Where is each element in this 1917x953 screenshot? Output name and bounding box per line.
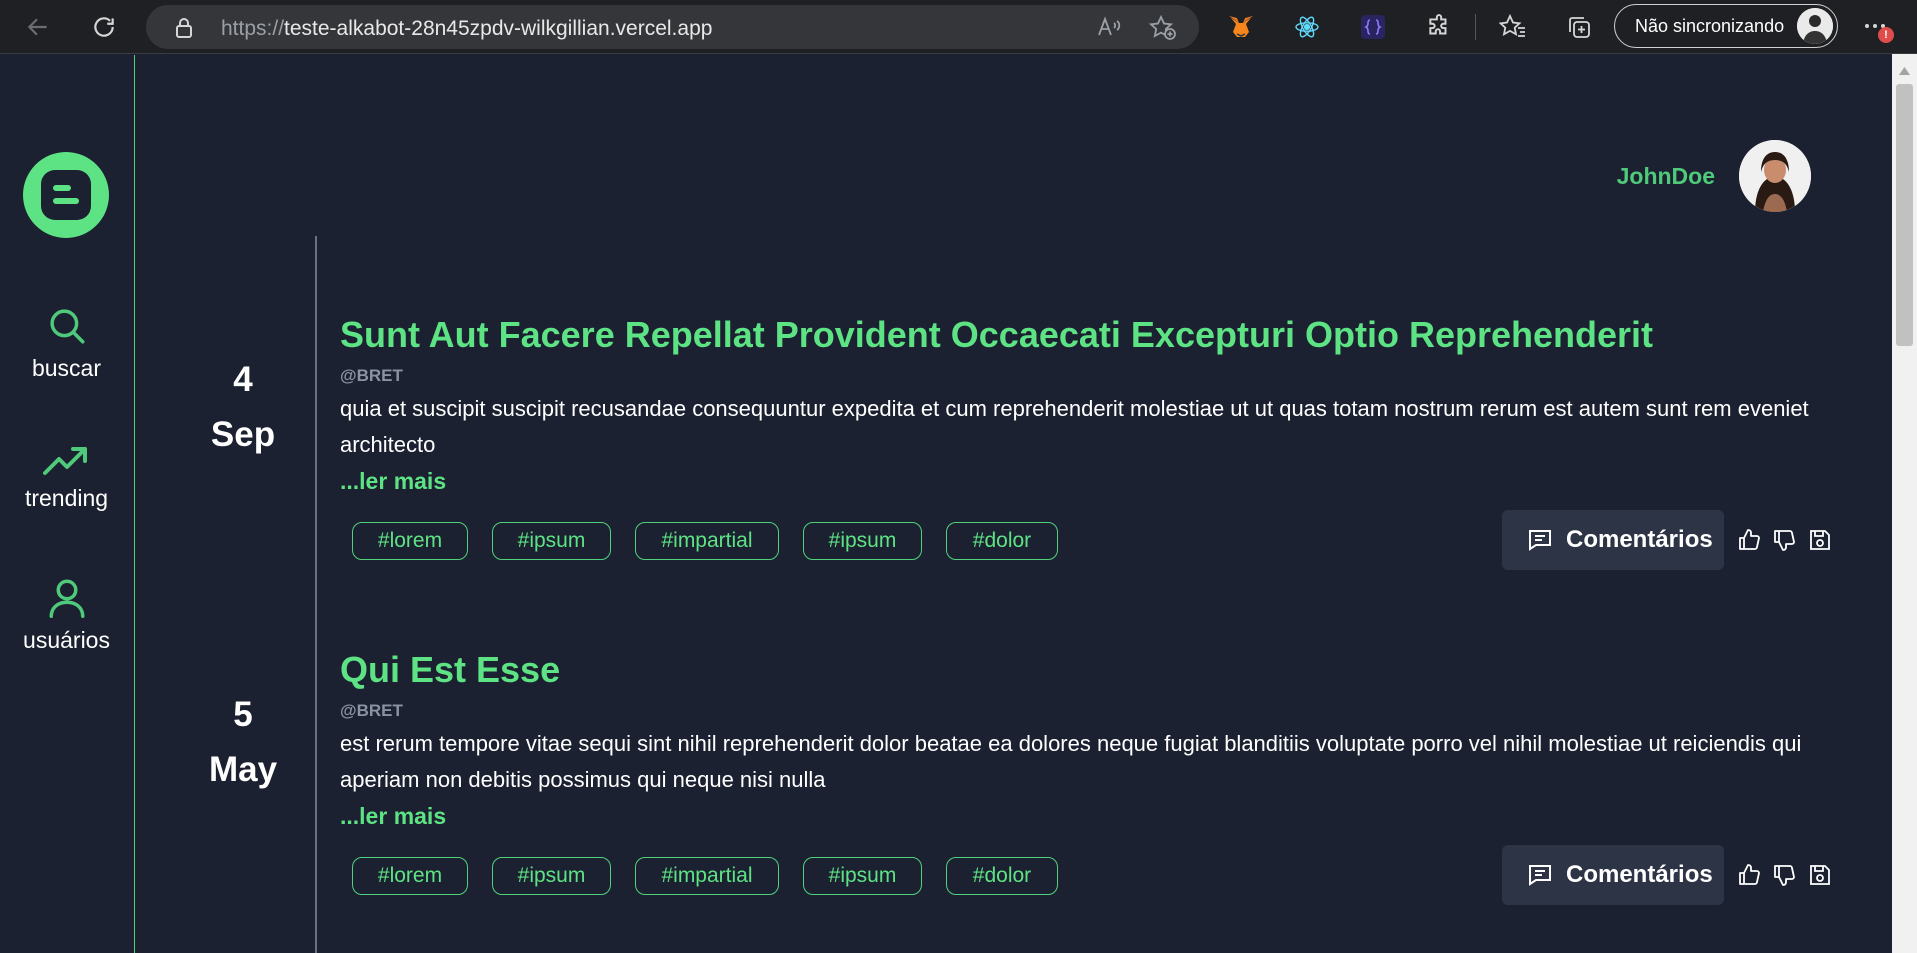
- favorites-button[interactable]: [1497, 11, 1529, 43]
- braces-icon: [1361, 15, 1385, 39]
- collections-button[interactable]: [1563, 11, 1595, 43]
- tag-list: #lorem #ipsum #impartial #ipsum #dolor: [352, 522, 1082, 560]
- search-icon: [49, 309, 84, 344]
- arrow-left-icon: [27, 18, 47, 36]
- post-month: Sep: [210, 415, 276, 454]
- comments-button[interactable]: Comentários: [1502, 510, 1724, 570]
- post-title[interactable]: Qui Est Esse: [340, 649, 560, 691]
- user-avatar[interactable]: [1739, 140, 1811, 212]
- tag-chip[interactable]: #ipsum: [803, 857, 922, 895]
- username[interactable]: JohnDoe: [1617, 163, 1715, 190]
- url-host: teste-alkabot-28n45zpdv-wilkgillian.verc…: [284, 17, 713, 40]
- react-icon: [1295, 16, 1319, 38]
- like-icon[interactable]: [1737, 863, 1761, 887]
- json-viewer-extension[interactable]: [1357, 11, 1389, 43]
- post-date: 4 Sep: [193, 352, 293, 462]
- save-icon[interactable]: [1808, 528, 1832, 552]
- sidebar-item-usuarios[interactable]: usuários: [0, 575, 133, 654]
- star-list-icon: [1499, 14, 1525, 37]
- puzzle-icon: [1429, 14, 1447, 35]
- post-title[interactable]: Sunt Aut Facere Repellat Provident Occae…: [340, 314, 1653, 356]
- tag-chip[interactable]: #lorem: [352, 522, 468, 560]
- back-button[interactable]: [22, 11, 54, 43]
- dislike-icon[interactable]: [1772, 863, 1796, 887]
- notification-badge: !: [1878, 27, 1894, 43]
- user-profile[interactable]: JohnDoe: [1617, 140, 1811, 212]
- collections-icon: [1569, 17, 1590, 38]
- post-body: quia et suscipit suscipit recusandae con…: [340, 396, 1809, 457]
- metamask-extension[interactable]: [1225, 11, 1257, 43]
- blogger-logo[interactable]: [23, 152, 109, 238]
- sidebar-item-buscar[interactable]: buscar: [0, 305, 133, 382]
- post-date: 5 May: [193, 687, 293, 797]
- post-author[interactable]: @BRET: [340, 366, 403, 386]
- save-icon[interactable]: [1808, 863, 1832, 887]
- comments-label: Comentários: [1566, 861, 1713, 888]
- add-favorite-icon[interactable]: [1148, 14, 1177, 46]
- browser-toolbar: https://teste-alkabot-28n45zpdv-wilkgill…: [0, 0, 1917, 54]
- tag-list: #lorem #ipsum #impartial #ipsum #dolor: [352, 857, 1082, 895]
- sidebar: buscar trending usuários: [0, 55, 135, 953]
- read-aloud-icon[interactable]: [1096, 15, 1122, 44]
- tag-chip[interactable]: #impartial: [635, 522, 779, 560]
- timeline-line: [315, 236, 317, 953]
- tag-chip[interactable]: #lorem: [352, 857, 468, 895]
- trending-up-icon: [42, 447, 87, 475]
- tag-chip[interactable]: #ipsum: [492, 522, 611, 560]
- lock-icon: [174, 17, 194, 44]
- read-more-link[interactable]: ...ler mais: [340, 803, 446, 830]
- blogger-icon: [41, 170, 91, 220]
- comments-label: Comentários: [1566, 526, 1713, 553]
- tag-chip[interactable]: #dolor: [946, 857, 1058, 895]
- post-day: 5: [233, 695, 253, 734]
- page-scrollbar[interactable]: [1892, 54, 1917, 953]
- post-author[interactable]: @BRET: [340, 701, 403, 721]
- tag-chip[interactable]: #impartial: [635, 857, 779, 895]
- fox-icon: [1229, 16, 1253, 37]
- post-body: est rerum tempore vitae sequi sint nihil…: [340, 731, 1802, 792]
- toolbar-divider: [1475, 14, 1476, 40]
- tag-chip[interactable]: #dolor: [946, 522, 1058, 560]
- profile-label: Não sincronizando: [1635, 15, 1785, 36]
- comment-icon: [1529, 530, 1551, 551]
- url-protocol: https://: [221, 17, 285, 40]
- sidebar-item-label: buscar: [31, 355, 102, 381]
- read-more-link[interactable]: ...ler mais: [340, 468, 446, 495]
- user-icon: [49, 579, 84, 618]
- profile-avatar: [1797, 8, 1833, 44]
- post-month: May: [208, 750, 278, 789]
- post-day: 4: [233, 360, 253, 399]
- reload-icon: [94, 17, 114, 37]
- sidebar-item-label: usuários: [23, 627, 110, 653]
- react-devtools-extension[interactable]: [1291, 11, 1323, 43]
- sidebar-item-trending[interactable]: trending: [0, 445, 133, 512]
- extensions-button[interactable]: [1423, 11, 1455, 43]
- like-icon[interactable]: [1737, 528, 1761, 552]
- dislike-icon[interactable]: [1772, 528, 1796, 552]
- tag-chip[interactable]: #ipsum: [803, 522, 922, 560]
- address-bar[interactable]: https://teste-alkabot-28n45zpdv-wilkgill…: [146, 5, 1199, 49]
- profile-button[interactable]: Não sincronizando: [1614, 4, 1838, 48]
- url-text[interactable]: https://teste-alkabot-28n45zpdv-wilkgill…: [221, 17, 712, 41]
- tag-chip[interactable]: #ipsum: [492, 857, 611, 895]
- reload-button[interactable]: [88, 11, 120, 43]
- sidebar-item-label: trending: [24, 485, 109, 511]
- comments-button[interactable]: Comentários: [1502, 845, 1724, 905]
- scroll-up-icon[interactable]: [1899, 62, 1910, 80]
- comment-icon: [1529, 865, 1551, 886]
- more-menu-button[interactable]: !: [1860, 13, 1894, 43]
- scrollbar-thumb[interactable]: [1896, 84, 1913, 346]
